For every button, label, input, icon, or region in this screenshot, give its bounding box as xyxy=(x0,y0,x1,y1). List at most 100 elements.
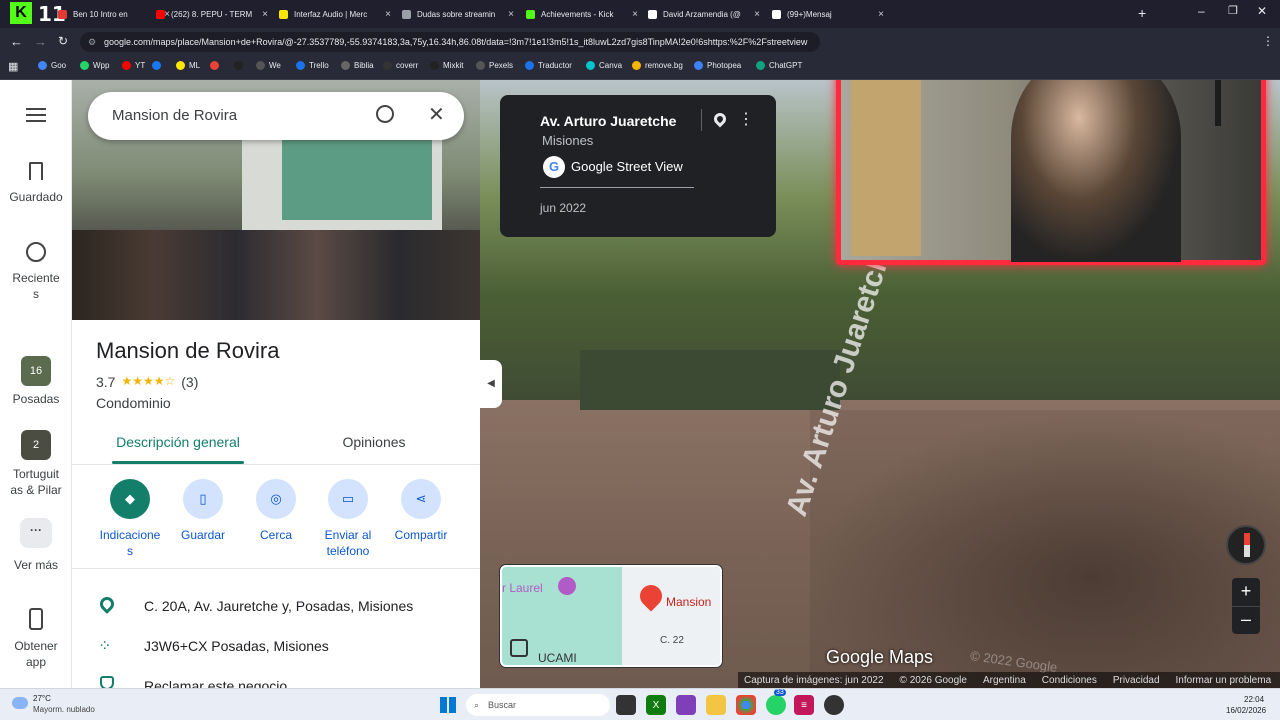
bookmark-item[interactable]: YT xyxy=(122,61,145,70)
browser-tab[interactable]: Interfaz Audio | Merc × xyxy=(279,4,397,24)
capture-date[interactable]: jun 2022 xyxy=(540,201,586,215)
claim-business-link[interactable]: Reclamar este negocio xyxy=(144,678,287,688)
rail-more[interactable]: ··· Ver más xyxy=(0,518,72,572)
rail-saved[interactable]: Guardado xyxy=(0,162,72,204)
taskbar-search[interactable]: ⌕ Buscar xyxy=(466,694,610,716)
task-view-icon[interactable] xyxy=(616,695,636,715)
apps-grid-icon[interactable]: ▦ xyxy=(8,60,18,73)
expand-icon[interactable] xyxy=(510,639,528,657)
browser-tab[interactable]: Achievements - Kick × xyxy=(526,4,644,24)
weather-icon[interactable] xyxy=(12,697,28,709)
tab-favicon-icon xyxy=(648,9,657,19)
tab-close-icon[interactable]: × xyxy=(877,9,885,20)
browser-tab[interactable]: (262) 8. PEPU - TERM × xyxy=(156,4,274,24)
share-label[interactable]: Compartir xyxy=(383,527,459,543)
bookmark-item[interactable]: Wpp xyxy=(80,61,109,70)
whatsapp-icon[interactable]: 33 xyxy=(766,689,786,715)
clear-search-icon[interactable]: ✕ xyxy=(428,102,445,127)
obs-icon[interactable] xyxy=(824,695,844,715)
bookmark-item[interactable] xyxy=(210,61,223,70)
tab-close-icon[interactable]: × xyxy=(507,9,515,20)
browser-tab[interactable]: (99+)Mensaj × xyxy=(772,4,890,24)
site-info-icon[interactable]: ⚙ xyxy=(88,32,96,52)
save-label[interactable]: Guardar xyxy=(165,527,241,543)
collapse-panel-button[interactable]: ◀ xyxy=(480,360,502,408)
close-window-button[interactable]: ✕ xyxy=(1257,4,1267,18)
bookmark-item[interactable]: Biblia xyxy=(341,61,374,70)
bookmark-item[interactable]: Photopea xyxy=(694,61,741,70)
bookmark-item[interactable] xyxy=(234,61,247,70)
minimize-button[interactable]: – xyxy=(1198,4,1205,18)
rail-recent[interactable]: Reciente s xyxy=(0,242,72,302)
new-tab-button[interactable]: + xyxy=(1138,5,1146,21)
tab-close-icon[interactable]: × xyxy=(753,9,761,20)
nearby-icon: ◎ xyxy=(270,491,282,507)
minimap[interactable]: r Laurel Mansion C. 22 UCAMI xyxy=(500,565,722,667)
chrome-icon[interactable] xyxy=(736,695,756,715)
windows-start-icon[interactable] xyxy=(440,697,456,713)
street-view-source[interactable]: Google Street View xyxy=(571,159,683,174)
street-view[interactable]: Av. Arturo Juaretche © 2022 Google Av. A… xyxy=(480,80,1280,688)
report-link[interactable]: Informar un problema xyxy=(1176,675,1272,686)
more-menu-icon[interactable]: ⋮ xyxy=(1262,34,1274,48)
zoom-in-button[interactable]: + xyxy=(1232,578,1260,606)
send-to-phone-button[interactable]: ▭ xyxy=(328,479,368,519)
country-link[interactable]: Argentina xyxy=(983,675,1026,686)
xbox-icon[interactable]: X xyxy=(646,695,666,715)
streaming-app-icon[interactable]: ≡ xyxy=(794,695,814,715)
tab-overview[interactable]: Descripción general xyxy=(96,434,260,450)
zoom-out-button[interactable]: – xyxy=(1232,606,1260,634)
directions-label[interactable]: Indicacione s xyxy=(92,527,168,559)
card-more-icon[interactable]: ⋮ xyxy=(738,109,754,129)
bookmark-item[interactable]: coverr xyxy=(383,61,418,70)
back-icon[interactable]: ← xyxy=(10,34,23,49)
tab-close-icon[interactable]: × xyxy=(384,9,392,20)
directions-button[interactable]: ◆ xyxy=(110,479,150,519)
bookmark-item[interactable]: Pexels xyxy=(476,61,513,70)
clock-time[interactable]: 22:04 xyxy=(1244,695,1264,704)
bookmark-item[interactable]: Canva xyxy=(586,61,622,70)
browser-tab[interactable]: David Arzamendia (@ × xyxy=(648,4,766,24)
terms-link[interactable]: Condiciones xyxy=(1042,675,1097,686)
search-box[interactable]: Mansion de Rovira ✕ xyxy=(88,92,464,140)
tab-close-icon[interactable]: × xyxy=(631,9,639,20)
reload-icon[interactable]: ↻ xyxy=(58,34,68,48)
rail-list-tortuguitas[interactable]: 2 Tortuguit as & Pilar xyxy=(0,430,72,498)
browser-tab[interactable]: Dudas sobre streamin × xyxy=(402,4,520,24)
rail-list-posadas[interactable]: 16 Posadas xyxy=(0,356,72,406)
app-icon[interactable] xyxy=(676,695,696,715)
send-to-phone-label[interactable]: Enviar al teléfono xyxy=(310,527,386,559)
compass-icon[interactable] xyxy=(1226,525,1266,565)
bookmark-item[interactable] xyxy=(152,61,165,70)
bookmark-item[interactable]: remove.bg xyxy=(632,61,683,70)
bookmark-item[interactable]: ChatGPT xyxy=(756,61,802,70)
share-button[interactable]: ⋖ xyxy=(401,479,441,519)
clock-date[interactable]: 16/02/2026 xyxy=(1226,706,1266,715)
plus-code-text[interactable]: J3W6+CX Posadas, Misiones xyxy=(144,638,329,654)
maximize-button[interactable]: ❐ xyxy=(1228,4,1238,17)
bookmark-item[interactable]: ML xyxy=(176,61,200,70)
bookmark-item[interactable]: Trello xyxy=(296,61,329,70)
rail-get-app[interactable]: Obtener app xyxy=(0,608,72,670)
bookmark-label: Wpp xyxy=(93,61,110,70)
menu-icon[interactable] xyxy=(26,108,46,122)
search-input[interactable]: Mansion de Rovira xyxy=(112,107,237,124)
forward-icon[interactable]: → xyxy=(34,34,47,49)
nearby-label[interactable]: Cerca xyxy=(238,527,314,543)
place-pin-icon[interactable] xyxy=(711,110,729,128)
tab-close-icon[interactable]: × xyxy=(261,9,269,20)
privacy-link[interactable]: Privacidad xyxy=(1113,675,1160,686)
review-count[interactable]: (3) xyxy=(181,374,198,390)
bookmark-item[interactable]: Traductor xyxy=(525,61,572,70)
place-category[interactable]: Condominio xyxy=(96,395,171,411)
tab-reviews[interactable]: Opiniones xyxy=(302,434,446,450)
address-text[interactable]: C. 20A, Av. Jauretche y, Posadas, Mision… xyxy=(144,598,413,614)
save-button[interactable]: ▯ xyxy=(183,479,223,519)
search-icon[interactable] xyxy=(376,105,394,123)
bookmark-item[interactable]: Goo xyxy=(38,61,66,70)
file-explorer-icon[interactable] xyxy=(706,695,726,715)
bookmark-item[interactable]: Mixkit xyxy=(430,61,463,70)
address-bar[interactable]: ⚙ google.com/maps/place/Mansion+de+Rovir… xyxy=(80,32,820,52)
bookmark-item[interactable]: We xyxy=(256,61,281,70)
nearby-button[interactable]: ◎ xyxy=(256,479,296,519)
